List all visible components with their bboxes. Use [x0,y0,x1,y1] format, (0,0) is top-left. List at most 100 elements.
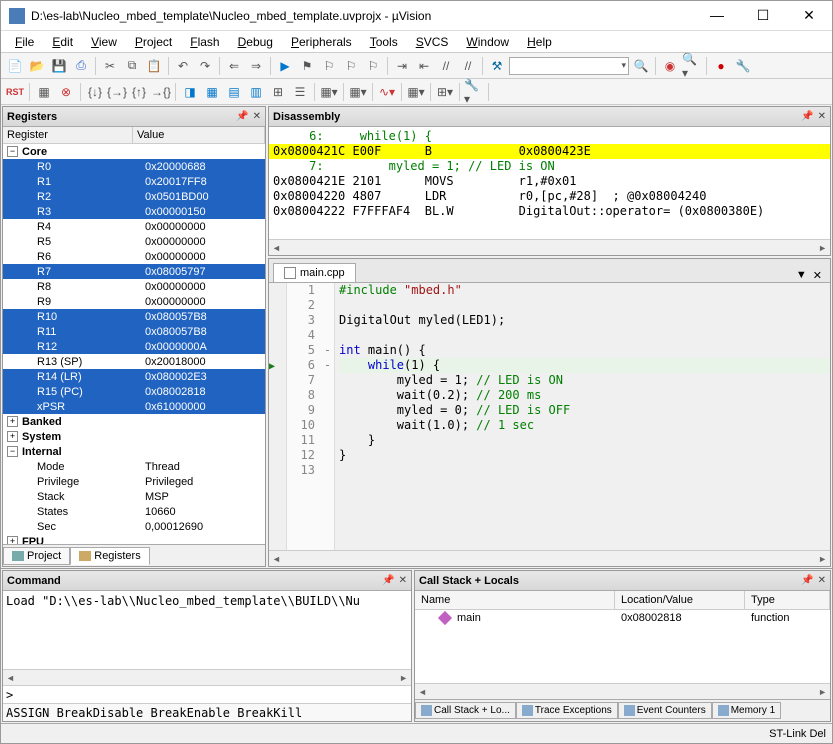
copy-icon[interactable]: ⧉ [122,56,142,76]
disasm-line[interactable]: 0x0800421C E00F B 0x0800423E [269,144,830,159]
tool-icon[interactable]: 🔧 [733,56,753,76]
code-line-1[interactable]: #include "mbed.h" [339,283,830,298]
reg-Stack[interactable]: StackMSP [3,489,265,504]
reg-R8[interactable]: R80x00000000 [3,279,265,294]
reg-xPSR[interactable]: xPSR0x61000000 [3,399,265,414]
win3-icon[interactable]: ▤ [224,82,244,102]
reg-R5[interactable]: R50x00000000 [3,234,265,249]
pane-close-icon[interactable]: ✕ [818,111,826,122]
code-line-10[interactable]: wait(1.0); // 1 sec [339,418,830,433]
registers-tree[interactable]: −CoreR00x20000688R10x20017FF8R20x0501BD0… [3,144,265,544]
reg-R3[interactable]: R30x00000150 [3,204,265,219]
reg-R0[interactable]: R00x20000688 [3,159,265,174]
step-over-icon[interactable]: {→} [107,82,127,102]
minimize-button[interactable]: — [702,7,732,24]
pane-close-icon[interactable]: ✕ [399,575,407,586]
code-line-9[interactable]: myled = 0; // LED is OFF [339,403,830,418]
code-line-8[interactable]: wait(0.2); // 200 ms [339,388,830,403]
editor-body[interactable]: ▶ 12345678910111213 -- #include "mbed.h"… [269,283,830,550]
record-icon[interactable]: ● [711,56,731,76]
reg-group-system[interactable]: +System [3,429,265,444]
stack-tab-1[interactable]: Trace Exceptions [516,702,618,719]
menu-edit[interactable]: Edit [44,33,81,51]
win5-icon[interactable]: ⊞ [268,82,288,102]
outdent-icon[interactable]: ⇤ [414,56,434,76]
disasm-line[interactable]: 0x08004222 F7FFFAF4 BL.W DigitalOut::ope… [269,204,830,219]
code-line-7[interactable]: myled = 1; // LED is ON [339,373,830,388]
analyzer-icon[interactable]: ∿▾ [377,82,397,102]
menu-help[interactable]: Help [519,33,560,51]
code-line-5[interactable]: int main() { [339,343,830,358]
marker4-icon[interactable]: ⚐ [363,56,383,76]
reg-R13SP[interactable]: R13 (SP)0x20018000 [3,354,265,369]
reg-R10[interactable]: R100x080057B8 [3,309,265,324]
command-hscroll[interactable] [3,669,411,685]
reg-States[interactable]: States10660 [3,504,265,519]
disasm-line[interactable]: 0x08004220 4807 LDR r0,[pc,#28] ; @0x080… [269,189,830,204]
tab-close-icon[interactable]: ✕ [813,269,822,282]
undo-icon[interactable]: ↶ [173,56,193,76]
save-icon[interactable]: 💾 [49,56,69,76]
nav-fwd-icon[interactable]: ⇒ [246,56,266,76]
reg-group-fpu[interactable]: +FPU [3,534,265,544]
reg-R7[interactable]: R70x08005797 [3,264,265,279]
save-all-icon[interactable]: ⎙ [71,56,91,76]
reg-group-internal[interactable]: −Internal [3,444,265,459]
open-icon[interactable]: 📂 [27,56,47,76]
marker2-icon[interactable]: ⚐ [319,56,339,76]
code-line-13[interactable] [339,463,830,478]
menu-debug[interactable]: Debug [230,33,281,51]
disassembly-view[interactable]: 6: while(1) {0x0800421C E00F B 0x0800423… [269,127,830,239]
tools-icon[interactable]: 🔧▾ [464,82,484,102]
menu-flash[interactable]: Flash [182,33,227,51]
redo-icon[interactable]: ↷ [195,56,215,76]
reg-R11[interactable]: R110x080057B8 [3,324,265,339]
pin-icon[interactable]: 📌 [236,111,248,122]
maximize-button[interactable]: ☐ [748,7,778,24]
bookmark-icon[interactable]: ▶ [275,56,295,76]
pane-close-icon[interactable]: ✕ [253,111,261,122]
reset-icon[interactable]: RST [5,82,25,102]
menu-svcs[interactable]: SVCS [408,33,457,51]
cut-icon[interactable]: ✂ [100,56,120,76]
code-line-3[interactable]: DigitalOut myled(LED1); [339,313,830,328]
menu-window[interactable]: Window [458,33,517,51]
find-icon[interactable]: 🔍 [631,56,651,76]
code-line-4[interactable] [339,328,830,343]
reg-R9[interactable]: R90x00000000 [3,294,265,309]
reg-R15PC[interactable]: R15 (PC)0x08002818 [3,384,265,399]
menu-project[interactable]: Project [127,33,180,51]
watch-icon[interactable]: ▦▾ [319,82,339,102]
menu-view[interactable]: View [83,33,125,51]
win2-icon[interactable]: ▦ [202,82,222,102]
tab-dropdown-icon[interactable]: ▼ [796,269,807,282]
menu-peripherals[interactable]: Peripherals [283,33,360,51]
menu-file[interactable]: File [7,33,42,51]
reg-Sec[interactable]: Sec0,00012690 [3,519,265,534]
pin-icon[interactable]: 📌 [801,111,813,122]
glass-icon[interactable]: 🔍▾ [682,56,702,76]
build-icon[interactable]: ⚒ [487,56,507,76]
command-output[interactable]: Load "D:\\es-lab\\Nucleo_mbed_template\\… [3,591,411,669]
run-icon[interactable]: ▦ [34,82,54,102]
uncomment-icon[interactable]: // [458,56,478,76]
nav-back-icon[interactable]: ⇐ [224,56,244,76]
find-combo[interactable] [509,57,629,75]
command-input[interactable]: > [3,685,411,703]
disassembly-hscroll[interactable] [269,239,830,255]
reg-group-banked[interactable]: +Banked [3,414,265,429]
mem-icon[interactable]: ▦▾ [348,82,368,102]
callstack-body[interactable]: main0x08002818function [415,610,830,683]
trace-icon[interactable]: ▦▾ [406,82,426,102]
pin-icon[interactable]: 📌 [801,575,813,586]
callstack-hscroll[interactable] [415,683,830,699]
paste-icon[interactable]: 📋 [144,56,164,76]
win1-icon[interactable]: ◨ [180,82,200,102]
code-line-6[interactable]: while(1) { [339,358,830,373]
logic-icon[interactable]: ⊞▾ [435,82,455,102]
indent-icon[interactable]: ⇥ [392,56,412,76]
disasm-line[interactable]: 0x0800421E 2101 MOVS r1,#0x01 [269,174,830,189]
win6-icon[interactable]: ☰ [290,82,310,102]
reg-Privilege[interactable]: PrivilegePrivileged [3,474,265,489]
reg-R6[interactable]: R60x00000000 [3,249,265,264]
